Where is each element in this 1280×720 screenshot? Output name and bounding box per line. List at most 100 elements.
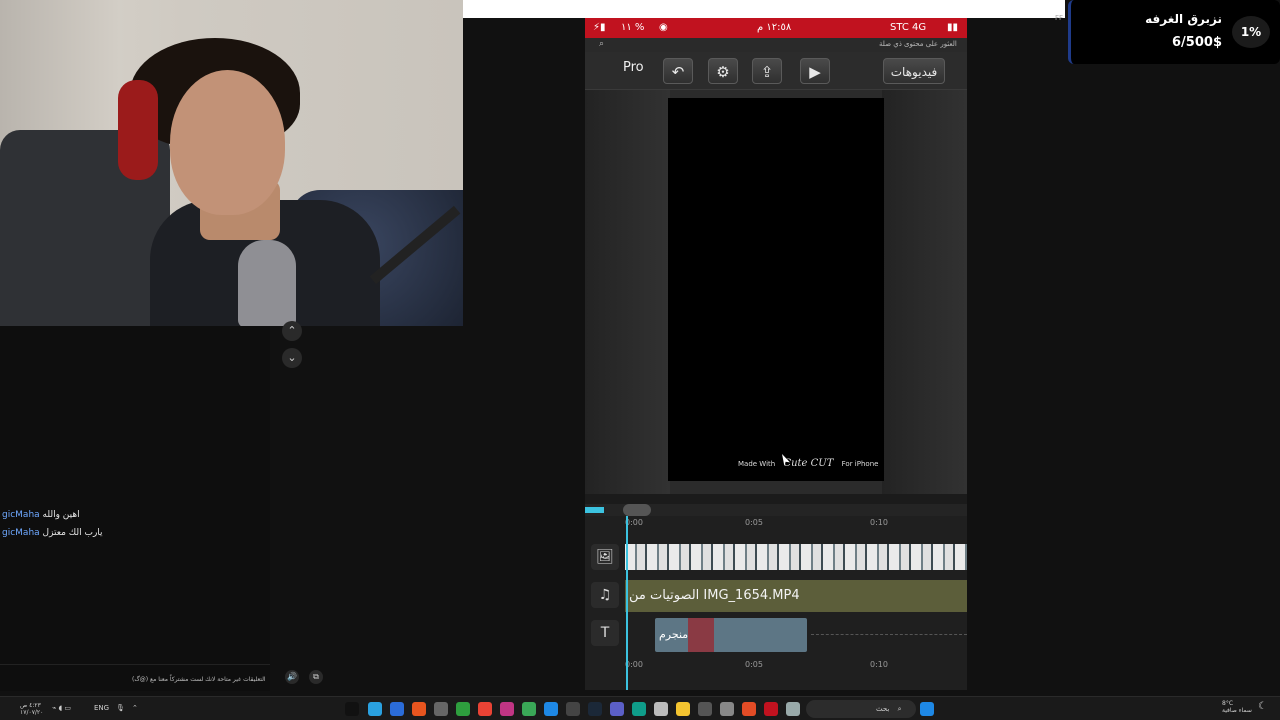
donation-goal-percent: 1% [1232,16,1270,48]
language-indicator[interactable]: ENG [94,704,109,712]
timeline: 0:00 0:05 0:10 🖼 ♫ الصوتيات من IMG_1654.… [585,516,967,690]
clock-time: ٤:٢٣ ص [20,702,41,709]
windows-taskbar: ٤:٢٣ ص ١٧/٠٧/٢٠ ⌁ ◖ ▭ ENG 🎙 ⌃ بحث ⌕ 8°C … [0,696,1280,720]
ruler-tick: 0:10 [870,518,888,527]
ruler-tick: 0:10 [870,660,888,669]
watermark: Made With Cute CUT For iPhone [738,458,878,469]
ruler-tick: 0:05 [745,660,763,669]
status-time: ١٢:٥٨ م [757,22,792,33]
search-row[interactable]: ⌕ العثور على محتوى ذي صلة [585,38,967,52]
chat-username[interactable]: gicMaha [2,528,40,538]
weather-widget[interactable]: 8°C سماء صافية [1222,700,1252,714]
pro-button[interactable]: Pro [623,60,644,75]
app-icon[interactable] [764,702,778,716]
preview-area: Made With Cute CUT For iPhone [585,90,967,494]
chrome-icon[interactable] [478,702,492,716]
chat-panel [0,326,270,691]
share-button[interactable]: ⇪ [752,58,782,84]
donation-goal-title: نزبرق الغرفه [1145,12,1222,26]
tiktok-icon[interactable] [345,702,359,716]
phone-status-bar: ⚡▮ ١١ % ◉ ١٢:٥٨ م STC 4G ▮▮ [585,18,967,38]
store-icon[interactable] [654,702,668,716]
donation-goal-amount: 6/500$ [1172,35,1222,50]
telegram-icon[interactable] [368,702,382,716]
videos-button[interactable]: فيديوهات [883,58,945,84]
scrubber-knob[interactable] [623,504,652,516]
text-track-icon[interactable]: T [591,620,619,646]
top-white-strip [463,0,1065,18]
text-clip-label: منجرم [659,628,689,641]
time-ruler-top: 0:00 0:05 0:10 [625,518,967,532]
scroll-up-button[interactable]: ⌃ [282,321,302,341]
chevron-up-icon[interactable]: ⌃ [132,704,138,712]
audio-clip[interactable]: الصوتيات من IMG_1654.MP4 [625,580,967,612]
popout-icon[interactable]: ⧉ [309,670,323,684]
carrier-label: STC 4G [890,22,927,33]
settings-button[interactable]: ⚙ [708,58,738,84]
task-view-icon[interactable] [786,702,800,716]
text-clip[interactable]: منجرم [655,618,807,652]
volume-icon[interactable]: 🔊 [285,670,299,684]
app-icon[interactable] [434,702,448,716]
watermark-for: For iPhone [841,460,879,468]
webcam-headset [118,80,158,180]
chat-username[interactable]: gicMaha [2,510,40,520]
phone-mirror: ⚡▮ ١١ % ◉ ١٢:٥٨ م STC 4G ▮▮ ⌕ العثور على… [585,18,967,690]
search-icon: ⌕ [897,705,902,713]
xbox-icon[interactable] [456,702,470,716]
playback-scrubber[interactable] [585,504,967,516]
tray-icons[interactable]: ⌁ ◖ ▭ [52,704,71,712]
app-icon[interactable] [390,702,404,716]
play-button[interactable]: ▶ [800,58,830,84]
playhead[interactable] [626,516,628,690]
time-ruler-bottom: 0:00 0:05 0:10 [625,660,967,674]
edge-icon[interactable] [632,702,646,716]
watermark-brand: Cute CUT [783,458,834,469]
folder-icon[interactable] [676,702,690,716]
app-icon[interactable] [522,702,536,716]
donation-goal-widget: نزبرق الغرفه 6/500$ 1% [1068,0,1280,64]
webcam-feed [0,0,463,326]
chat-message: gicMaha اهين والله [0,510,80,520]
music-track-icon[interactable]: ♫ [591,582,619,608]
teams-icon[interactable] [610,702,624,716]
clock-date: ١٧/٠٧/٢٠ [20,709,44,716]
weather-temp: 8°C [1222,700,1234,707]
signal-icon: ▮▮ [947,22,959,33]
scrubber-progress [585,507,605,513]
moon-icon: ☾ [1258,701,1267,712]
editor-toolbar: Pro ↶ ⚙ ⇪ ▶ فيديوهات [585,52,967,90]
app-icon[interactable] [566,702,580,716]
image-track-icon[interactable]: 🖼 [591,544,619,570]
search-icon: ⌕ [599,39,605,49]
clock[interactable]: ٤:٢٣ ص ١٧/٠٧/٢٠ [20,702,43,716]
undo-button[interactable]: ↶ [663,58,693,84]
app-icon[interactable] [720,702,734,716]
search-hint: العثور على محتوى ذي صلة [879,40,957,48]
app-icon[interactable] [742,702,756,716]
taskbar-search[interactable]: بحث ⌕ [806,700,916,718]
battery-percent: ١١ % [621,22,645,33]
video-preview[interactable]: Made With Cute CUT For iPhone [668,98,884,481]
app-icon[interactable] [698,702,712,716]
video-track-thumbnails[interactable] [625,544,967,570]
text-track-guide [811,634,967,635]
search-label: بحث [876,705,890,713]
stage-right [882,90,967,494]
chat-text: يارب الك معتزل [42,528,103,538]
steam-icon[interactable] [588,702,602,716]
scroll-down-button[interactable]: ⌄ [282,348,302,368]
watermark-made-with: Made With [738,460,776,468]
stream-screen: ⌃ ⌄ gicMaha اهين والله gicMaha يارب الك … [0,0,1280,720]
chat-text: اهين والله [42,510,80,520]
battery-icon: ⚡▮ [593,22,606,33]
windows-start-icon[interactable] [920,702,934,716]
mic-icon[interactable]: 🎙 [116,704,125,712]
webcam-person-face [170,70,285,215]
app-icon[interactable] [412,702,426,716]
app-icon[interactable] [544,702,558,716]
instagram-icon[interactable] [500,702,514,716]
chat-disabled-notice: التعليقات غير متاحة لانك لست مشتركاً معن… [132,676,266,683]
chat-message: gicMaha يارب الك معتزل [0,528,103,538]
record-icon: ◉ [659,22,668,33]
